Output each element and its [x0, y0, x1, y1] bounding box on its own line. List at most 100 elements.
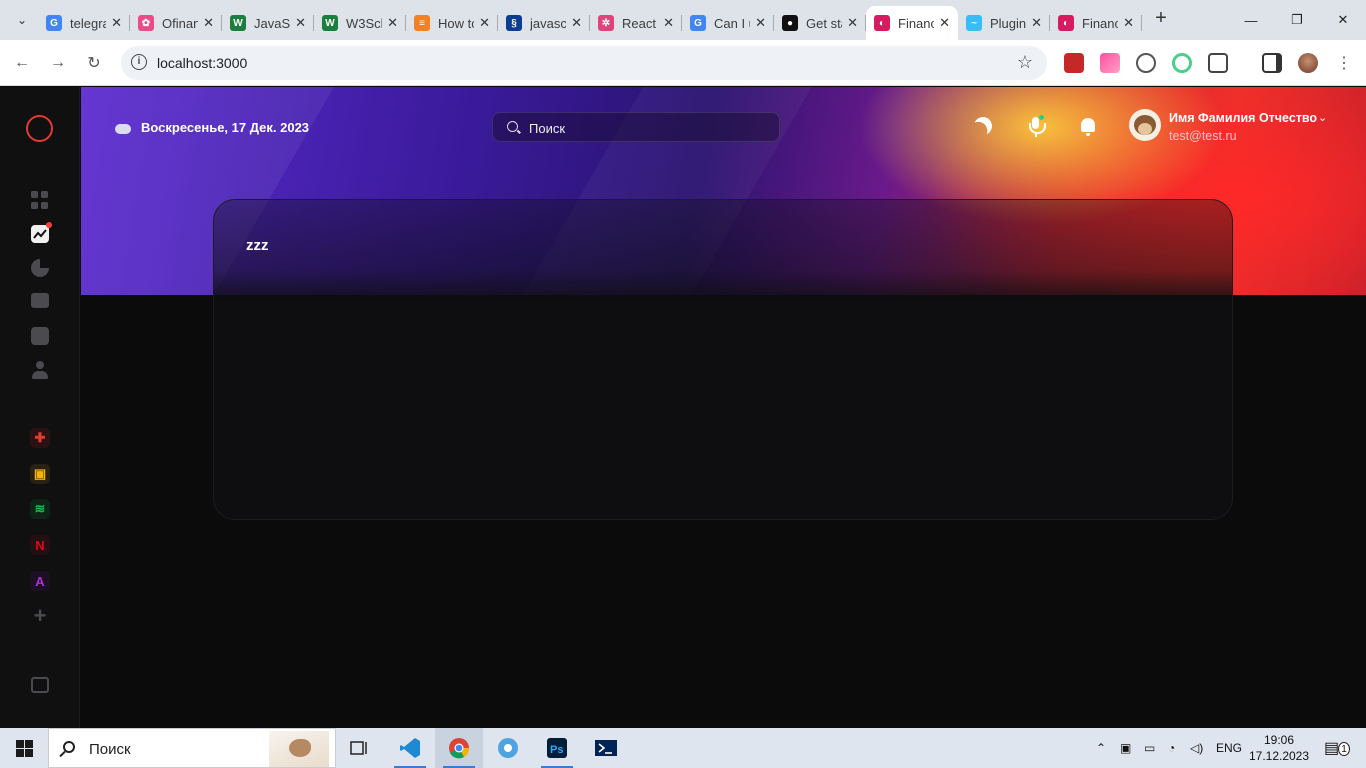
search-box[interactable] — [492, 112, 780, 142]
restore-button[interactable]: ❐ — [1274, 0, 1320, 40]
tab-favicon-icon: ~ — [966, 15, 982, 31]
bookmark-star-icon[interactable]: ☆ — [1017, 52, 1033, 73]
netflix-app-icon[interactable]: N — [30, 535, 50, 555]
app-logo[interactable] — [26, 115, 53, 142]
tab-close-icon[interactable]: ✕ — [755, 15, 766, 31]
pie-chart-icon[interactable] — [31, 259, 49, 277]
os-taskbar: Поиск Ps ⌃ ▣ ▭ ◔ ◁) ENG 19:06 17.12.2023… — [0, 728, 1366, 768]
address-bar[interactable]: i localhost:3000 ☆ — [121, 46, 1047, 80]
tab-close-icon[interactable]: ✕ — [663, 15, 674, 31]
tab-close-icon[interactable]: ✕ — [479, 15, 490, 31]
tab-favicon-icon: ◐ — [874, 15, 890, 31]
tab-close-icon[interactable]: ✕ — [203, 15, 214, 31]
tab-title: Get started — [806, 15, 842, 31]
browser-tab[interactable]: ✲ React ✕ — [590, 6, 682, 40]
svg-text:Ps: Ps — [550, 744, 563, 756]
minimize-button[interactable]: — — [1228, 0, 1274, 40]
side-panel-icon[interactable] — [1262, 53, 1282, 73]
meet-now-icon[interactable]: ▣ — [1120, 728, 1131, 768]
box-app-icon[interactable]: ▣ — [30, 464, 50, 484]
vscode-icon[interactable] — [386, 728, 434, 768]
app-a-app-icon[interactable]: A — [30, 571, 50, 591]
extension-icon[interactable] — [1100, 53, 1120, 73]
chrome-icon[interactable] — [435, 728, 483, 768]
task-view-icon[interactable] — [336, 728, 384, 768]
tab-title: Finance — [898, 15, 934, 31]
network-wifi-icon[interactable]: ◔ — [1168, 728, 1175, 768]
current-date: Воскресенье, 17 Дек. 2023 — [113, 119, 309, 135]
wallet-icon[interactable] — [31, 293, 49, 308]
spotify-app-icon[interactable]: ≋ — [30, 499, 50, 519]
search-input[interactable] — [529, 119, 769, 137]
browser-tab[interactable]: § javascript ✕ — [498, 6, 590, 40]
tab-close-icon[interactable]: ✕ — [1123, 15, 1134, 31]
browser-tab[interactable]: ≡ How to ✕ — [406, 6, 498, 40]
notification-center-icon[interactable]: ▤ — [1324, 728, 1339, 768]
reload-button[interactable]: ↻ — [82, 51, 106, 75]
browser-tab[interactable]: ~ Plugins ✕ — [958, 6, 1050, 40]
tab-favicon-icon: ● — [782, 15, 798, 31]
taskbar-search[interactable]: Поиск — [48, 728, 336, 768]
tab-title: Can I use — [714, 15, 750, 31]
notification-count-badge: 1 — [1338, 742, 1350, 756]
document-icon[interactable] — [31, 327, 49, 345]
browser-menu-icon[interactable]: ⋮ — [1332, 51, 1356, 75]
add-app-icon[interactable]: + — [30, 603, 50, 628]
tab-title: javascript — [530, 15, 566, 31]
search-highlight-image — [269, 731, 329, 767]
tab-close-icon[interactable]: ✕ — [571, 15, 582, 31]
system-clock[interactable]: 19:06 17.12.2023 — [1246, 732, 1312, 764]
extension-icon[interactable] — [1064, 53, 1084, 73]
tab-favicon-icon: ✲ — [598, 15, 614, 31]
tab-close-icon[interactable]: ✕ — [295, 15, 306, 31]
close-window-button[interactable]: ✕ — [1320, 0, 1366, 40]
forward-button[interactable]: → — [46, 51, 70, 75]
tab-close-icon[interactable]: ✕ — [847, 15, 858, 31]
battery-icon[interactable]: ▭ — [1144, 728, 1155, 768]
tab-title: Finance — [1082, 15, 1118, 31]
tab-close-icon[interactable]: ✕ — [1031, 15, 1042, 31]
new-tab-button[interactable]: + — [1150, 8, 1172, 30]
extensions-puzzle-icon[interactable] — [1208, 53, 1228, 73]
notifications-bell-icon[interactable] — [1078, 117, 1098, 137]
tab-title: Plugins — [990, 15, 1026, 31]
main-content: Воскресенье, 17 Дек. 2023 Имя Фамилия От… — [81, 87, 1366, 728]
tab-search-chevron-icon[interactable]: ⌄ — [10, 8, 34, 32]
tab-close-icon[interactable]: ✕ — [387, 15, 398, 31]
language-indicator[interactable]: ENG — [1216, 728, 1242, 768]
browser-tab[interactable]: ✿ Ofinance ✕ — [130, 6, 222, 40]
browser-tab-strip: ⌄ Gtelegram ✕ ✿ Ofinance ✕ W JavaScript ✕ W W3Sch… — [0, 0, 1366, 40]
app-circle-icon[interactable] — [484, 728, 532, 768]
browser-tab[interactable]: ◐ Finance ✕ — [866, 6, 958, 40]
site-info-icon[interactable]: i — [131, 54, 147, 70]
show-hidden-icons-chevron[interactable]: ⌃ — [1096, 728, 1106, 768]
user-icon[interactable] — [31, 361, 49, 379]
browser-tab[interactable]: W JavaScript ✕ — [222, 6, 314, 40]
tab-close-icon[interactable]: ✕ — [111, 15, 122, 31]
powershell-icon[interactable] — [582, 728, 630, 768]
url-text: localhost:3000 — [157, 55, 248, 71]
card-title: zzz — [246, 237, 269, 254]
browser-toolbar: ← → ↻ i localhost:3000 ☆ ⋮ — [0, 40, 1366, 86]
volume-speaker-icon[interactable]: ◁) — [1190, 728, 1203, 768]
profile-avatar[interactable] — [1298, 53, 1318, 73]
start-button[interactable] — [0, 728, 48, 768]
browser-tab[interactable]: ● Get started ✕ — [774, 6, 866, 40]
back-button[interactable]: ← — [10, 51, 34, 75]
browser-tab[interactable]: ◐ Finance ✕ — [1050, 6, 1142, 40]
tab-favicon-icon: G — [690, 15, 706, 31]
slack-app-icon[interactable]: ✚ — [30, 428, 50, 448]
browser-tab[interactable]: G Can I use ✕ — [682, 6, 774, 40]
extension-icon[interactable] — [1172, 53, 1192, 73]
logout-icon[interactable] — [31, 677, 49, 693]
tab-separator — [1141, 15, 1142, 31]
extension-icon[interactable] — [1136, 53, 1156, 73]
analytics-icon[interactable] — [31, 222, 52, 243]
dashboard-icon[interactable] — [31, 191, 49, 209]
browser-tab[interactable]: W W3Schools ✕ — [314, 6, 406, 40]
photoshop-icon[interactable]: Ps — [533, 728, 581, 768]
chevron-down-icon[interactable]: ⌄ — [1318, 111, 1327, 124]
browser-tab[interactable]: Gtelegram ✕ — [38, 6, 130, 40]
tab-close-icon[interactable]: ✕ — [939, 15, 950, 31]
microphone-icon[interactable] — [1026, 115, 1046, 137]
